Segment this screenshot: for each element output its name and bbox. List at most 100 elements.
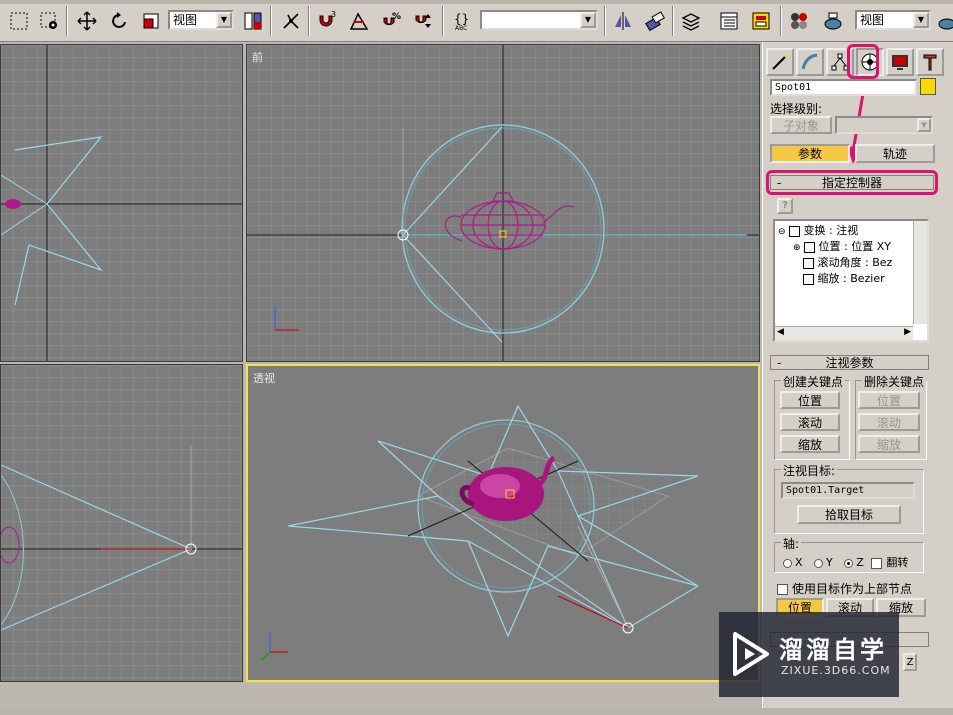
trajectories-tab-button[interactable]: 轨迹: [855, 144, 935, 163]
axis-x-radio[interactable]: X: [783, 556, 803, 569]
position-icon: [804, 241, 816, 253]
assign-controller-glyph: ?: [782, 201, 788, 211]
create-tab-icon[interactable]: [766, 48, 794, 76]
track-view-icon[interactable]: [716, 8, 742, 34]
selection-level-label: 选择级别:: [770, 102, 823, 116]
axis-z-button-partial[interactable]: Z: [903, 653, 917, 671]
axis-z-radio[interactable]: Z: [844, 556, 864, 569]
render-scene-icon[interactable]: [820, 8, 846, 34]
tree-label-position: 位置 : 位置 XY: [818, 240, 891, 253]
reference-coord-dropdown[interactable]: 视图 ▼: [168, 10, 234, 30]
delete-roll-button[interactable]: 滚动: [858, 413, 920, 431]
create-position-button[interactable]: 位置: [780, 391, 840, 409]
roll-icon: [803, 257, 814, 269]
angle-snap-icon[interactable]: [346, 8, 372, 34]
axis-y-radio[interactable]: Y: [814, 556, 833, 569]
pick-target-button[interactable]: 拾取目标: [797, 505, 901, 524]
modify-tab-icon[interactable]: [796, 48, 824, 76]
schematic-view-icon[interactable]: [748, 8, 774, 34]
material-editor-icon[interactable]: [786, 8, 812, 34]
named-selection-dropdown[interactable]: ▼: [480, 10, 598, 30]
spinner-snap-icon[interactable]: [410, 8, 436, 34]
tree-vertical-scrollbar[interactable]: [913, 221, 927, 324]
percent-snap-icon[interactable]: %: [378, 8, 404, 34]
use-target-parent-checkbox[interactable]: 使用目标作为上部节点: [777, 580, 912, 597]
delete-scale-button[interactable]: 缩放: [858, 435, 920, 453]
bottom-strip: [0, 708, 953, 715]
utilities-tab-icon[interactable]: [916, 48, 944, 76]
sub-object-dropdown[interactable]: ▼: [835, 116, 933, 134]
layer-manager-icon[interactable]: [678, 8, 704, 34]
scale-icon[interactable]: [138, 8, 164, 34]
move-icon[interactable]: [74, 8, 100, 34]
flip-label: 翻转: [886, 556, 909, 569]
tree-row-scale[interactable]: 缩放 : Bezier: [803, 270, 885, 286]
object-name-value: Spot01: [775, 82, 812, 93]
tree-row-roll[interactable]: 滚动角度 : Bez: [803, 254, 892, 270]
toolbar-separator: [604, 6, 606, 36]
scroll-right-icon[interactable]: ▶: [904, 327, 911, 337]
display-tab-icon[interactable]: [886, 48, 914, 76]
checkbox-icon: [871, 557, 883, 569]
transform-icon: [789, 225, 801, 237]
render-type-dropdown[interactable]: 视图 ▼: [855, 10, 931, 30]
reference-coord-value: 视图: [173, 13, 198, 27]
parameters-tab-button[interactable]: 参数: [770, 144, 850, 163]
collapse-icon: ⊖: [778, 227, 786, 237]
radio-x-icon: [783, 558, 792, 568]
viewport-left[interactable]: [0, 364, 243, 682]
create-scale-button[interactable]: 缩放: [780, 435, 840, 453]
sub-object-button[interactable]: 子对象: [770, 116, 832, 134]
lookat-target-field[interactable]: Spot01.Target: [781, 482, 915, 499]
watermark: 溜溜自学 ZIXUE.3D66.COM: [719, 612, 899, 697]
pivot-center-icon[interactable]: [240, 8, 266, 34]
viewport-top[interactable]: [0, 44, 243, 362]
align-icon[interactable]: [642, 8, 668, 34]
svg-text:3: 3: [331, 10, 336, 19]
tree-row-position[interactable]: ⊕ 位置 : 位置 XY: [793, 238, 891, 254]
axis-label: 轴:: [781, 535, 802, 552]
create-roll-button[interactable]: 滚动: [780, 413, 840, 431]
window-crossing-icon[interactable]: [36, 8, 62, 34]
lookat-target-value: Spot01.Target: [786, 485, 865, 496]
viewport-label-front[interactable]: 前: [252, 49, 263, 65]
toolbar-separator: [308, 6, 310, 36]
object-color-swatch[interactable]: [920, 78, 936, 95]
svg-text:%: %: [392, 12, 401, 22]
viewport-perspective[interactable]: 透视: [246, 364, 760, 682]
render-type-value: 视图: [860, 13, 885, 27]
select-region-icon[interactable]: [6, 8, 32, 34]
assign-controller-button[interactable]: ?: [777, 198, 793, 214]
delete-position-button[interactable]: 位置: [858, 391, 920, 409]
lookat-params-title: 注视参数: [825, 356, 874, 370]
expand-icon: ⊕: [793, 243, 801, 253]
scroll-left-icon[interactable]: ◀: [777, 327, 784, 337]
tree-horizontal-scrollbar[interactable]: ◀ ▶: [775, 326, 913, 340]
tree-label-transform: 变换 : 注视: [803, 224, 859, 237]
viewport-label-perspective[interactable]: 透视: [253, 370, 275, 386]
radio-z-icon: [844, 558, 854, 568]
flip-checkbox[interactable]: 翻转: [871, 556, 908, 569]
axis-y-label: Y: [826, 556, 833, 569]
lookat-params-rollout-header[interactable]: - 注视参数: [770, 355, 929, 370]
scale-track-icon: [803, 273, 814, 285]
snap-3d-icon[interactable]: 3: [314, 8, 340, 34]
tree-row-transform[interactable]: ⊖ 变换 : 注视: [778, 222, 858, 238]
delete-key-label: 删除关键点: [862, 373, 926, 390]
use-target-parent-label: 使用目标作为上部节点: [792, 582, 913, 596]
rotate-icon[interactable]: [106, 8, 132, 34]
quick-render-icon[interactable]: [934, 8, 953, 34]
chevron-down-icon: ▼: [917, 118, 931, 132]
axis-radio-row: X Y Z 翻转: [783, 554, 908, 570]
watermark-title: 溜溜自学: [779, 636, 887, 664]
edit-named-selection-icon[interactable]: {} ABC: [450, 8, 476, 34]
radio-y-icon: [814, 558, 824, 568]
mirror-icon[interactable]: [610, 8, 636, 34]
tree-label-scale: 缩放 : Bezier: [817, 272, 885, 285]
lookat-target-label: 注视目标:: [781, 462, 838, 479]
assign-controller-highlight: [766, 170, 938, 195]
object-name-field[interactable]: Spot01: [770, 79, 917, 96]
viewport-front[interactable]: 前: [246, 44, 760, 362]
manipulate-icon[interactable]: [278, 8, 304, 34]
controller-tree[interactable]: ⊖ 变换 : 注视 ⊕ 位置 : 位置 XY 滚动角度 : Bez 缩放 : B…: [773, 219, 929, 342]
